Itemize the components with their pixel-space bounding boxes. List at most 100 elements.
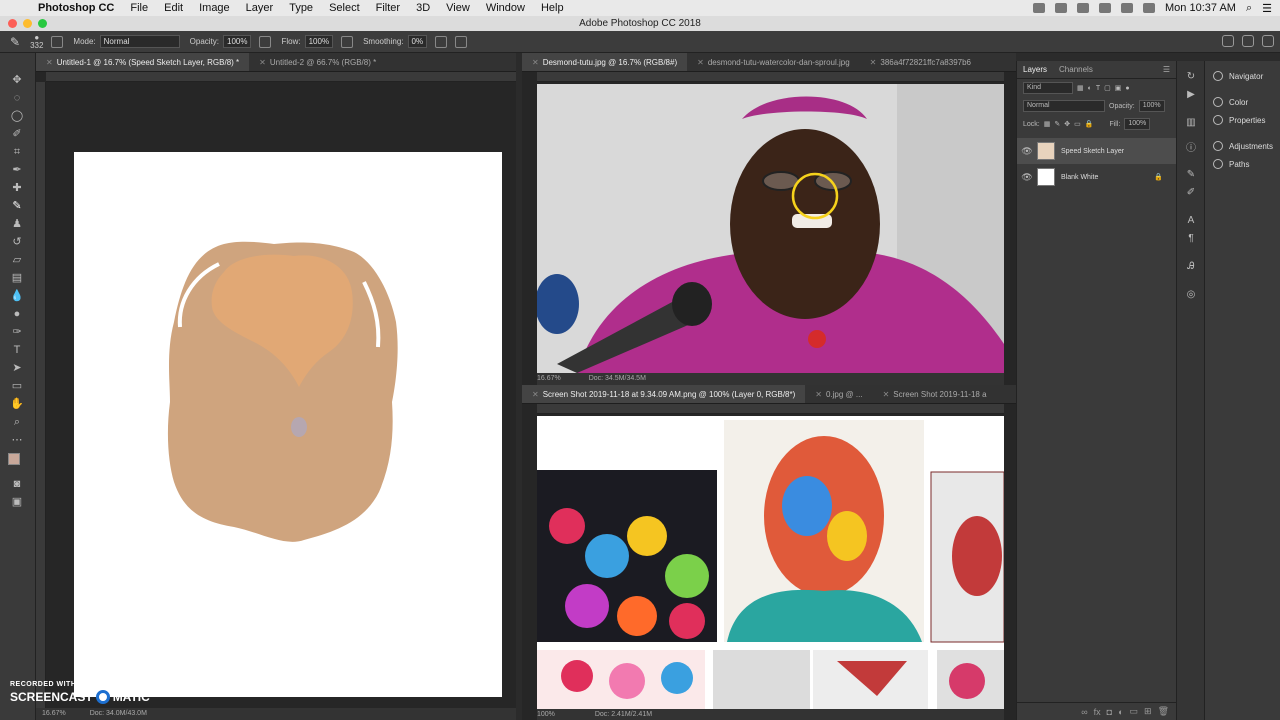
blend-mode-select[interactable]: Normal — [1023, 100, 1105, 112]
menu-type[interactable]: Type — [281, 2, 321, 14]
group-icon[interactable]: ▭ — [1130, 706, 1139, 717]
menu-select[interactable]: Select — [321, 2, 368, 14]
filter-type-icon[interactable]: T — [1096, 85, 1100, 92]
eraser-tool-icon[interactable]: ▱ — [10, 253, 24, 267]
blur-tool-icon[interactable]: 💧 — [10, 289, 24, 303]
menu-filter[interactable]: Filter — [368, 2, 408, 14]
layer-speed-sketch[interactable]: 👁 Speed Sketch Layer — [1017, 138, 1177, 164]
doc3-horizontal-ruler[interactable] — [537, 404, 1004, 414]
menu-app-name[interactable]: Photoshop CC — [30, 2, 122, 14]
notification-center-icon[interactable]: ☰ — [1262, 2, 1272, 15]
actions-play-icon[interactable]: ▶ — [1185, 89, 1197, 101]
info-icon[interactable]: ⓘ — [1185, 143, 1197, 155]
panel-navigator[interactable]: Navigator — [1205, 67, 1280, 85]
zoom-tool-icon[interactable]: ⌕ — [10, 415, 24, 429]
character-icon[interactable]: A — [1185, 215, 1197, 227]
panel-color[interactable]: Color — [1205, 93, 1280, 111]
levels-icon[interactable]: ▥ — [1185, 117, 1197, 129]
menu-edit[interactable]: Edit — [156, 2, 191, 14]
brush-tool-icon[interactable]: ✎ — [10, 35, 20, 49]
panel-properties[interactable]: Properties — [1205, 111, 1280, 129]
doc3-tab-active[interactable]: ✕ Screen Shot 2019-11-18 at 9.34.09 AM.pn… — [522, 385, 806, 403]
doc1-doc-info[interactable]: Doc: 34.0M/43.0M — [90, 710, 147, 717]
panel-paths[interactable]: Paths — [1205, 155, 1280, 173]
doc1-tab-active[interactable]: ✕ Untitled-1 @ 16.7% (Speed Sketch Layer,… — [36, 53, 250, 71]
paragraph-icon[interactable]: ¶ — [1185, 233, 1197, 245]
screen-mode-icon[interactable]: ▣ — [10, 495, 24, 509]
filter-pixel-icon[interactable]: ▦ — [1077, 84, 1084, 92]
close-icon[interactable]: ✕ — [815, 390, 822, 399]
menu-file[interactable]: File — [122, 2, 156, 14]
doc3-tab-3[interactable]: ✕ Screen Shot 2019-11-18 a — [873, 385, 997, 403]
shape-tool-icon[interactable]: ▭ — [10, 379, 24, 393]
foreground-color-swatch[interactable] — [8, 453, 20, 465]
close-icon[interactable]: ✕ — [532, 390, 539, 399]
tab-channels[interactable]: Channels — [1053, 65, 1099, 74]
menu-view[interactable]: View — [438, 2, 478, 14]
search-icon[interactable] — [1222, 35, 1234, 47]
menu-window[interactable]: Window — [478, 2, 533, 14]
menu-3d[interactable]: 3D — [408, 2, 438, 14]
panel-adjustments[interactable]: Adjustments — [1205, 137, 1280, 155]
dodge-tool-icon[interactable]: ● — [10, 307, 24, 321]
minimize-button[interactable] — [23, 19, 32, 28]
volume-icon[interactable] — [1099, 3, 1112, 13]
fx-icon[interactable]: fx — [1094, 707, 1101, 717]
panel-menu-icon[interactable]: ☰ — [1157, 65, 1176, 74]
shield-icon[interactable] — [1077, 3, 1090, 13]
flow-field[interactable]: 100% — [304, 35, 334, 48]
adjustment-layer-icon[interactable]: ◐ — [1118, 707, 1123, 717]
close-icon[interactable]: ✕ — [532, 58, 539, 67]
doc1-tab-2[interactable]: ✕ Untitled-2 @ 66.7% (RGB/8) * — [249, 53, 386, 71]
layer-filter-select[interactable]: Kind — [1023, 82, 1073, 94]
close-icon[interactable]: ✕ — [883, 390, 890, 399]
eye-icon[interactable]: 👁 — [1017, 172, 1037, 183]
brushes-icon[interactable]: ✐ — [1185, 187, 1197, 199]
trash-icon[interactable]: 🗑 — [1158, 706, 1169, 717]
fill-field[interactable]: 100% — [1124, 118, 1151, 130]
filter-toggle-icon[interactable]: ● — [1125, 85, 1129, 92]
menu-help[interactable]: Help — [533, 2, 572, 14]
pressure-size-icon[interactable] — [455, 35, 468, 48]
eye-icon[interactable]: 👁 — [1017, 146, 1037, 157]
doc1-canvas-area[interactable] — [46, 82, 516, 708]
sync-icon[interactable] — [1055, 3, 1068, 13]
close-icon[interactable]: ✕ — [697, 58, 704, 67]
doc3-zoom[interactable]: 100% — [537, 711, 555, 718]
doc2-doc-info[interactable]: Doc: 34.5M/34.5M — [589, 375, 646, 382]
workspace-icon[interactable] — [1242, 35, 1254, 47]
lock-image-icon[interactable]: ✎ — [1054, 120, 1060, 128]
wifi-icon[interactable] — [1143, 3, 1156, 13]
vertical-ruler[interactable] — [36, 82, 46, 708]
pressure-opacity-icon[interactable] — [259, 35, 272, 48]
link-icon[interactable]: ∞ — [1081, 707, 1087, 717]
opacity-field[interactable]: 100% — [223, 35, 252, 48]
lock-position-icon[interactable]: ✥ — [1064, 120, 1070, 128]
smoothing-options-gear-icon[interactable] — [435, 35, 448, 48]
brush-preset-picker[interactable]: ● 332 — [30, 33, 43, 50]
lock-transparent-icon[interactable]: ▦ — [1044, 120, 1051, 128]
brush-settings-icon[interactable]: ✎ — [1185, 169, 1197, 181]
close-icon[interactable]: ✕ — [46, 58, 53, 67]
smoothing-field[interactable]: 0% — [407, 35, 428, 48]
menu-layer[interactable]: Layer — [238, 2, 282, 14]
quick-select-tool-icon[interactable]: ✐ — [10, 127, 24, 141]
portrait-photo[interactable] — [537, 84, 1004, 373]
doc2-zoom[interactable]: 16.67% — [537, 375, 561, 382]
doc3-tab-2[interactable]: ✕ 0.jpg @ ... — [805, 385, 872, 403]
path-select-tool-icon[interactable]: ➤ — [10, 361, 24, 375]
clock[interactable]: Mon 10:37 AM — [1165, 2, 1236, 14]
history-icon[interactable]: ↻ — [1185, 71, 1197, 83]
type-tool-icon[interactable]: T — [10, 343, 24, 357]
screenshot-image[interactable] — [537, 416, 1004, 709]
new-layer-icon[interactable]: ⊞ — [1144, 706, 1152, 717]
spotlight-icon[interactable]: ⌕ — [1246, 2, 1252, 15]
filter-smart-icon[interactable]: ▣ — [1115, 84, 1122, 92]
crop-tool-icon[interactable]: ⌗ — [10, 145, 24, 159]
layer-blank-white[interactable]: 👁 Blank White 🔒 — [1017, 164, 1177, 190]
share-icon[interactable] — [1262, 35, 1274, 47]
glyphs-icon[interactable]: Ꭿ — [1185, 261, 1197, 273]
dropbox-icon[interactable] — [1033, 3, 1046, 13]
airbrush-icon[interactable] — [341, 35, 354, 48]
history-brush-tool-icon[interactable]: ↺ — [10, 235, 24, 249]
